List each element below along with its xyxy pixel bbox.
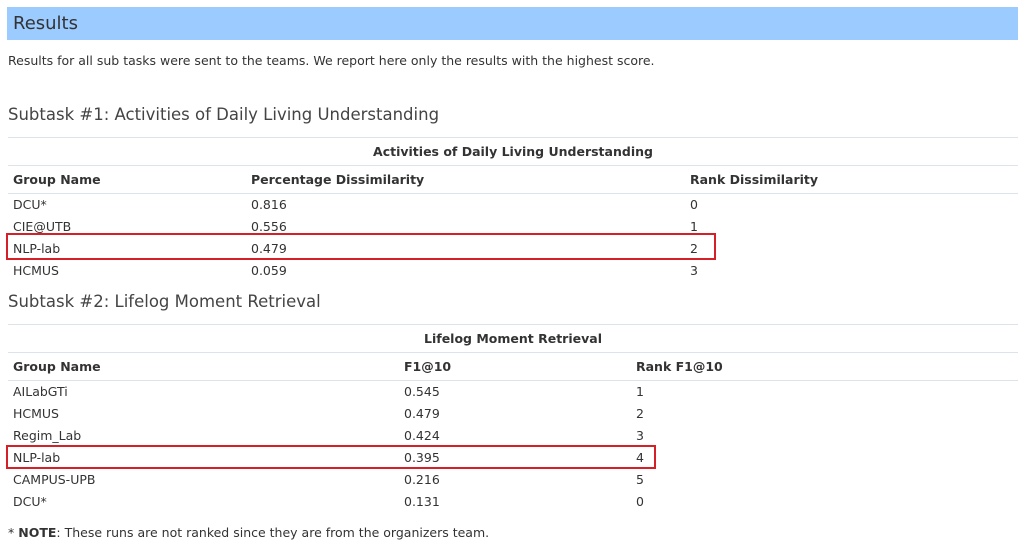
score-cell: 0.059 (251, 263, 287, 278)
highlight-box-nlp-lab-subtask-2 (6, 445, 656, 469)
intro-text: Results for all sub tasks were sent to t… (8, 53, 655, 68)
footnote: * NOTE: These runs are not ranked since … (8, 525, 489, 540)
group-name-cell: HCMUS (13, 263, 59, 278)
section-title: Results (13, 13, 78, 34)
subtask-1-title: Subtask #1: Activities of Daily Living U… (8, 105, 440, 124)
table-row: HCMUS 0.059 3 (8, 260, 1018, 282)
score-cell: 0.479 (404, 406, 440, 421)
group-name-cell: Regim_Lab (13, 428, 82, 443)
table-row: AILabGTi 0.545 1 (8, 381, 1018, 403)
rank-cell: 1 (636, 384, 644, 399)
column-header-rank-dissimilarity: Rank Dissimilarity (690, 172, 819, 187)
group-name-cell: DCU* (13, 494, 47, 509)
highlight-box-nlp-lab-subtask-1 (6, 233, 716, 260)
score-cell: 0.131 (404, 494, 440, 509)
rank-cell: 0 (636, 494, 644, 509)
table-row: Regim_Lab 0.424 3 (8, 425, 1018, 447)
table-caption: Lifelog Moment Retrieval (8, 324, 1018, 353)
rank-cell: 5 (636, 472, 644, 487)
subtask-2-title: Subtask #2: Lifelog Moment Retrieval (8, 292, 321, 311)
column-header-group-name: Group Name (13, 359, 101, 374)
section-header: Results (7, 7, 1018, 40)
results-table-subtask-2: Lifelog Moment Retrieval Group Name F1@1… (8, 324, 1018, 513)
table-row: HCMUS 0.479 2 (8, 403, 1018, 425)
rank-cell: 3 (690, 263, 698, 278)
column-header-rank-f1-at-10: Rank F1@10 (636, 359, 723, 374)
column-header-group-name: Group Name (13, 172, 101, 187)
group-name-cell: CAMPUS-UPB (13, 472, 96, 487)
table-row: CAMPUS-UPB 0.216 5 (8, 469, 1018, 491)
rank-cell: 0 (690, 197, 698, 212)
score-cell: 0.545 (404, 384, 440, 399)
footnote-marker: * (8, 525, 19, 540)
score-cell: 0.424 (404, 428, 440, 443)
group-name-cell: AILabGTi (13, 384, 68, 399)
table-header-row: Group Name Percentage Dissimilarity Rank… (8, 166, 1018, 194)
footnote-text: : These runs are not ranked since they a… (56, 525, 490, 540)
group-name-cell: HCMUS (13, 406, 59, 421)
column-header-f1-at-10: F1@10 (404, 359, 452, 374)
column-header-percentage-dissimilarity: Percentage Dissimilarity (251, 172, 425, 187)
table-row: DCU* 0.816 0 (8, 194, 1018, 216)
rank-cell: 3 (636, 428, 644, 443)
table-caption: Activities of Daily Living Understanding (8, 137, 1018, 166)
score-cell: 0.816 (251, 197, 287, 212)
table-row: DCU* 0.131 0 (8, 491, 1018, 513)
rank-cell: 2 (636, 406, 644, 421)
footnote-label: NOTE (18, 525, 57, 540)
group-name-cell: DCU* (13, 197, 47, 212)
score-cell: 0.216 (404, 472, 440, 487)
table-header-row: Group Name F1@10 Rank F1@10 (8, 353, 1018, 381)
results-table-subtask-1: Activities of Daily Living Understanding… (8, 137, 1018, 282)
